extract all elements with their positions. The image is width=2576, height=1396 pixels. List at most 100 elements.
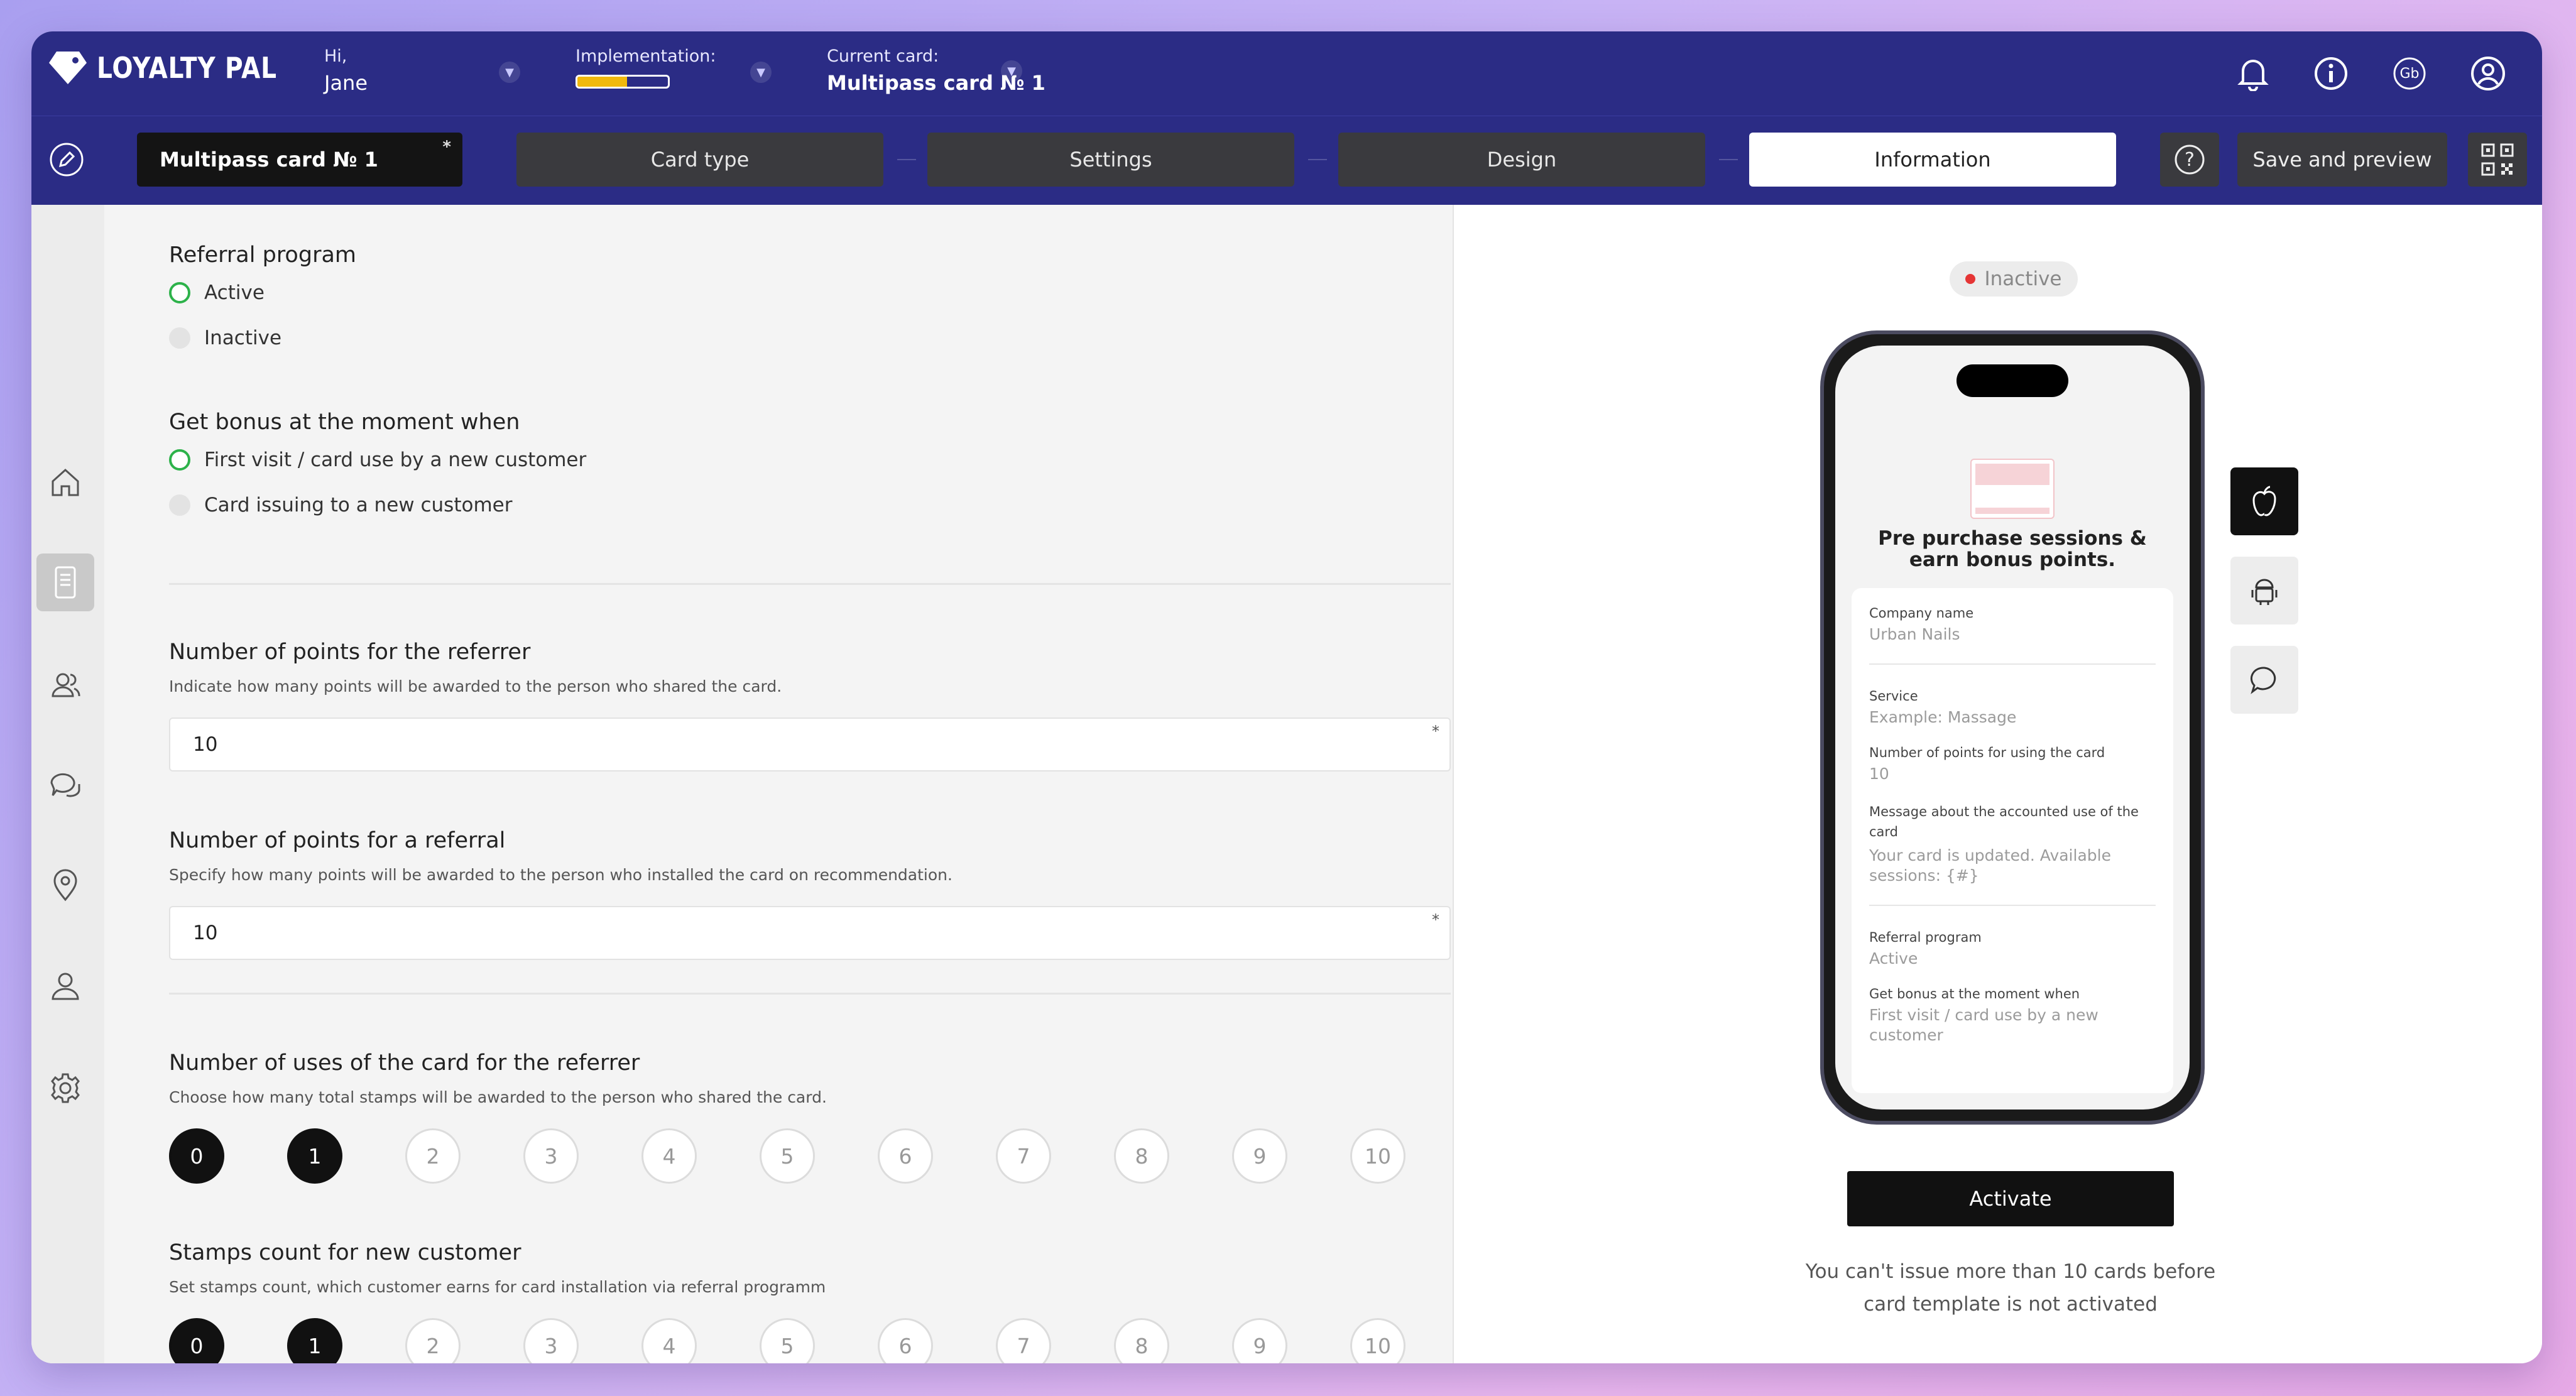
field-value: Urban Nails: [1869, 625, 1960, 643]
stamp-option[interactable]: 3: [523, 1128, 579, 1184]
field-divider: [1869, 905, 2156, 906]
step-card-type[interactable]: Card type: [516, 133, 883, 187]
field-value: First visit / card use by a new customer: [1869, 1006, 2098, 1044]
card-thumbnail: [1970, 459, 2055, 519]
radio-label: First visit / card use by a new customer: [204, 449, 587, 471]
logo-text: LOYALTY PAL: [97, 51, 277, 85]
top-header: LOYALTY PAL Hi, Jane ▼ Implementation: ▼…: [31, 31, 2542, 116]
stamp-option[interactable]: 3: [523, 1318, 579, 1363]
sidebar-item-messages[interactable]: [36, 756, 94, 814]
radio-first-visit[interactable]: First visit / card use by a new customer: [169, 449, 586, 471]
bell-icon[interactable]: [2234, 54, 2273, 93]
field-value: Active: [1869, 949, 1918, 968]
step-settings[interactable]: Settings: [927, 133, 1294, 187]
sidebar-item-settings[interactable]: [36, 1059, 94, 1117]
phone-mockup: Pre purchase sessions & earn bonus point…: [1820, 330, 2205, 1125]
user-name: Jane: [324, 71, 368, 95]
stamp-option[interactable]: 10: [1350, 1318, 1405, 1363]
activate-button[interactable]: Activate: [1847, 1171, 2174, 1226]
pencil-icon[interactable]: [48, 141, 85, 178]
stamp-option[interactable]: 0: [169, 1128, 224, 1184]
stamp-option[interactable]: 9: [1232, 1128, 1287, 1184]
stamp-option[interactable]: 0: [169, 1318, 224, 1363]
stamp-option[interactable]: 4: [641, 1318, 697, 1363]
info-field: Company name Urban Nails: [1869, 606, 2156, 645]
stamp-option[interactable]: 2: [405, 1128, 461, 1184]
stamp-option[interactable]: 5: [760, 1318, 815, 1363]
sidebar-item-home[interactable]: [36, 454, 94, 511]
stamp-option[interactable]: 1: [287, 1318, 342, 1363]
field-label: Referral program: [1869, 930, 1982, 945]
implementation-status: Implementation:: [576, 46, 716, 89]
card-preview-title: Pre purchase sessions & earn bonus point…: [1878, 527, 2147, 571]
gear-icon: [51, 1073, 80, 1103]
info-field: Message about the accounted use of the c…: [1869, 802, 2156, 886]
users-icon: [52, 673, 80, 697]
radio-dot: [169, 327, 190, 349]
user-menu-chevron-icon[interactable]: ▼: [499, 62, 520, 83]
input-value: 10: [193, 733, 218, 756]
radio-referral-inactive[interactable]: Inactive: [169, 327, 281, 349]
stamp-option[interactable]: 5: [760, 1128, 815, 1184]
radio-referral-active[interactable]: Active: [169, 281, 265, 304]
help-button[interactable]: ?: [2160, 133, 2219, 187]
qr-code-icon: [2481, 143, 2514, 176]
radio-card-issuing[interactable]: Card issuing to a new customer: [169, 494, 512, 516]
stamp-option[interactable]: 6: [878, 1128, 933, 1184]
android-preview-button[interactable]: [2230, 557, 2298, 624]
status-badge: Inactive: [1950, 261, 2078, 297]
bonus-moment-title: Get bonus at the moment when: [169, 410, 520, 435]
card-name-input[interactable]: Multipass card № 1 *: [137, 133, 462, 187]
radio-dot-selected: [169, 282, 190, 303]
save-and-preview-button[interactable]: Save and preview: [2237, 133, 2447, 187]
stamp-option[interactable]: 6: [878, 1318, 933, 1363]
current-card-chevron-icon[interactable]: ▼: [1001, 60, 1022, 82]
sidebar-item-customers[interactable]: [36, 656, 94, 714]
referral-points-input[interactable]: 10 *: [169, 906, 1451, 960]
new-customer-stamps-title: Stamps count for new customer: [169, 1240, 521, 1265]
field-divider: [1869, 663, 2156, 665]
stamp-option[interactable]: 8: [1114, 1128, 1169, 1184]
referrer-points-input[interactable]: 10 *: [169, 717, 1451, 772]
ios-preview-button[interactable]: [2230, 467, 2298, 535]
sidebar: [31, 205, 104, 1363]
field-value: Example: Massage: [1869, 708, 2017, 726]
step-information[interactable]: Information: [1749, 133, 2116, 187]
dynamic-island: [1957, 364, 2068, 397]
implementation-chevron-icon[interactable]: ▼: [750, 62, 772, 83]
stamp-option[interactable]: 2: [405, 1318, 461, 1363]
greeting-label: Hi,: [324, 46, 347, 66]
profile-icon[interactable]: [2469, 54, 2508, 93]
message-preview-button[interactable]: [2230, 646, 2298, 714]
step-design[interactable]: Design: [1338, 133, 1705, 187]
stamp-option[interactable]: 7: [996, 1128, 1051, 1184]
logo[interactable]: LOYALTY PAL: [48, 49, 308, 87]
info-icon[interactable]: [2311, 54, 2350, 93]
card-info-list: Company name Urban Nails Service Example: …: [1852, 588, 2173, 1093]
language-icon[interactable]: Gb: [2390, 54, 2429, 93]
referral-points-title: Number of points for a referral: [169, 828, 506, 853]
stamp-option[interactable]: 7: [996, 1318, 1051, 1363]
stamp-option[interactable]: 4: [641, 1128, 697, 1184]
chat-icon: [50, 773, 80, 797]
implementation-progress-bar: [576, 75, 670, 89]
radio-label: Card issuing to a new customer: [204, 494, 513, 516]
implementation-label: Implementation:: [576, 46, 716, 66]
information-form: Referral program Active Inactive Get bon…: [104, 205, 1484, 1363]
stamp-option[interactable]: 1: [287, 1128, 342, 1184]
stamp-option[interactable]: 10: [1350, 1128, 1405, 1184]
field-label: Number of points for using the card: [1869, 745, 2105, 760]
android-icon: [2251, 579, 2278, 605]
activation-note: You can't issue more than 10 cards befor…: [1805, 1260, 2216, 1316]
referrer-uses-desc: Choose how many total stamps will be awa…: [169, 1088, 827, 1106]
stamp-option[interactable]: 8: [1114, 1318, 1169, 1363]
info-field: Service Example: Massage: [1869, 689, 2156, 728]
step-separator: [1308, 159, 1327, 160]
user-greeting: Hi, Jane: [324, 46, 368, 95]
sidebar-item-managers[interactable]: [36, 957, 94, 1015]
sidebar-item-cards[interactable]: [36, 553, 94, 611]
qr-code-button[interactable]: [2468, 133, 2527, 187]
radio-dot-selected: [169, 449, 190, 471]
stamp-option[interactable]: 9: [1232, 1318, 1287, 1363]
sidebar-item-locations[interactable]: [36, 856, 94, 913]
